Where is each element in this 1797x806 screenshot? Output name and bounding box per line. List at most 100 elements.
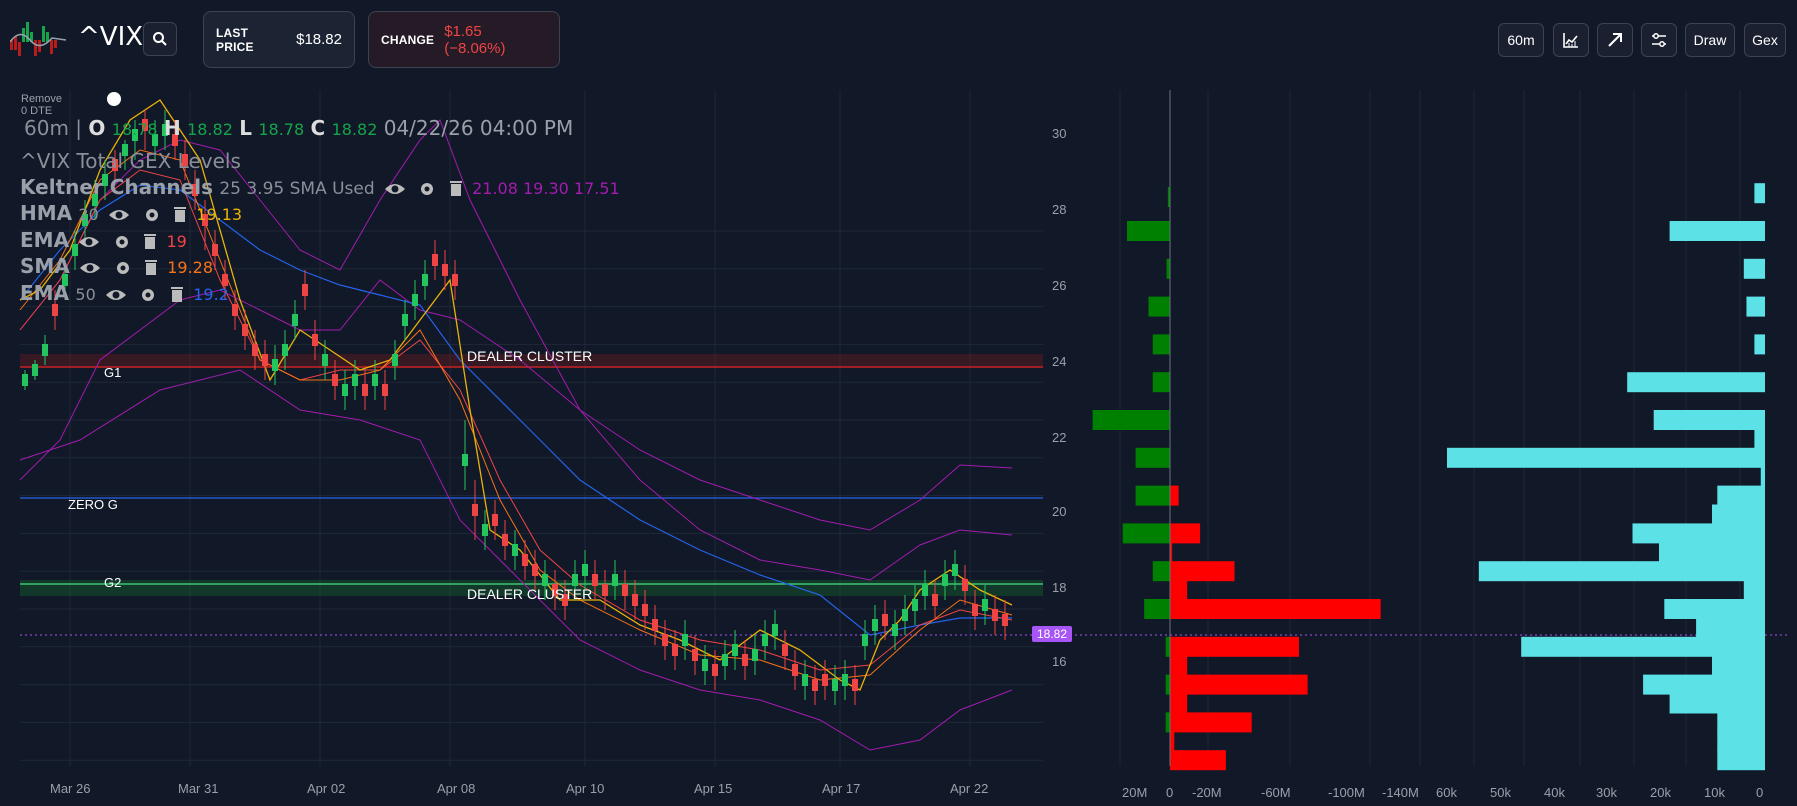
oi-bar bbox=[1659, 542, 1765, 563]
y-tick: 16 bbox=[1052, 654, 1067, 669]
oi-tick: 30k bbox=[1596, 785, 1617, 800]
candle-body bbox=[242, 324, 248, 336]
gex-tick: -100M bbox=[1328, 785, 1365, 800]
candle-body bbox=[622, 584, 628, 596]
y-tick: 22 bbox=[1052, 430, 1067, 445]
gear-icon[interactable] bbox=[139, 286, 157, 304]
oi-bar bbox=[1632, 523, 1765, 544]
gex-button[interactable]: Gex bbox=[1744, 23, 1786, 57]
candlestick bbox=[622, 570, 628, 610]
oi-bar bbox=[1760, 466, 1765, 487]
dealer-cluster-label-upper: DEALER CLUSTER bbox=[467, 348, 592, 364]
candle-body bbox=[712, 664, 718, 676]
settings-sliders-button[interactable] bbox=[1641, 23, 1677, 57]
chart-area[interactable]: G1 ZERO G G2 DEALER CLUSTER DEALER CLUST… bbox=[0, 80, 1797, 806]
interval-button[interactable]: 60m bbox=[1498, 23, 1544, 57]
candlestick bbox=[382, 370, 388, 410]
x-tick: Apr 17 bbox=[822, 781, 861, 796]
search-icon bbox=[153, 32, 167, 46]
gear-icon[interactable] bbox=[113, 233, 131, 251]
candlestick bbox=[832, 665, 838, 705]
trash-icon[interactable] bbox=[144, 259, 158, 276]
candlestick bbox=[782, 630, 788, 670]
keltner-lower-band bbox=[19, 369, 1013, 751]
candle-body bbox=[792, 664, 798, 676]
candle-body bbox=[692, 649, 698, 661]
candle-body bbox=[392, 354, 398, 366]
candle-body bbox=[352, 374, 358, 386]
ema-name: EMA bbox=[20, 228, 70, 252]
candlesticks bbox=[22, 110, 1008, 705]
gex-tick: 20M bbox=[1122, 785, 1148, 800]
oi-bar bbox=[1717, 750, 1765, 771]
gex-tick: -20M bbox=[1192, 785, 1222, 800]
trash-icon[interactable] bbox=[170, 286, 184, 303]
y-tick: 28 bbox=[1052, 202, 1067, 217]
chart-type-button[interactable] bbox=[1553, 23, 1589, 57]
hma-param: 20 bbox=[78, 205, 99, 224]
candlestick bbox=[422, 260, 428, 300]
eye-icon[interactable] bbox=[78, 234, 100, 250]
gex-bar-positive bbox=[1152, 372, 1170, 393]
gear-icon[interactable] bbox=[143, 206, 161, 224]
candle-body bbox=[372, 374, 378, 386]
x-tick: Mar 31 bbox=[178, 781, 219, 796]
gear-icon[interactable] bbox=[114, 259, 132, 277]
candle-body bbox=[272, 359, 278, 371]
sliders-icon bbox=[1652, 33, 1666, 47]
zero-g-label: ZERO G bbox=[68, 497, 118, 512]
gex-bar-negative bbox=[1170, 731, 1175, 752]
eye-icon[interactable] bbox=[384, 181, 406, 197]
candle-body bbox=[902, 609, 908, 621]
gex-bar-positive bbox=[1165, 636, 1170, 657]
candlestick bbox=[762, 620, 768, 660]
gex-bar-negative bbox=[1170, 693, 1188, 714]
candlestick bbox=[412, 280, 418, 320]
gear-icon[interactable] bbox=[418, 180, 436, 198]
x-tick: Mar 26 bbox=[50, 781, 91, 796]
oi-bar bbox=[1717, 731, 1765, 752]
ema50-value: 19.2 bbox=[193, 285, 229, 304]
trash-icon[interactable] bbox=[143, 233, 157, 250]
candlestick bbox=[892, 610, 898, 650]
oi-tick: 20k bbox=[1650, 785, 1671, 800]
gex-bar-positive bbox=[1135, 447, 1170, 468]
gex-bar-positive bbox=[1148, 296, 1170, 317]
candle-body bbox=[882, 614, 888, 626]
gex-bar-negative bbox=[1170, 599, 1381, 619]
trash-icon[interactable] bbox=[173, 206, 187, 223]
oi-bar bbox=[1696, 617, 1765, 638]
draw-button[interactable]: Draw bbox=[1685, 23, 1735, 57]
oi-bar bbox=[1478, 561, 1765, 582]
candlestick bbox=[922, 570, 928, 610]
candlestick bbox=[302, 270, 308, 310]
ticker-symbol: ^VIX bbox=[78, 22, 144, 52]
candle-body bbox=[782, 644, 788, 656]
oi-bar bbox=[1754, 428, 1765, 449]
eye-icon[interactable] bbox=[108, 207, 130, 223]
trash-icon[interactable] bbox=[449, 180, 463, 197]
eye-icon[interactable] bbox=[79, 260, 101, 276]
remove-dte-toggle[interactable] bbox=[107, 92, 121, 106]
g2-label: G2 bbox=[104, 575, 121, 590]
candlestick bbox=[1002, 600, 1008, 640]
search-button[interactable] bbox=[143, 22, 177, 56]
candle-body bbox=[862, 634, 868, 646]
oi-bar bbox=[1754, 183, 1765, 204]
high-value: 18.82 bbox=[187, 120, 233, 139]
high-label: H bbox=[163, 116, 181, 140]
candlestick bbox=[432, 240, 438, 280]
candle-body bbox=[422, 274, 428, 286]
keltner-values: 21.08 19.30 17.51 bbox=[472, 179, 620, 198]
sma-name: SMA bbox=[20, 254, 70, 278]
candle-body bbox=[512, 544, 518, 556]
oi-bar bbox=[1712, 504, 1765, 525]
gex-bar-positive bbox=[1166, 258, 1170, 279]
candlestick bbox=[812, 665, 818, 705]
eye-icon[interactable] bbox=[105, 287, 127, 303]
oi-bar bbox=[1743, 580, 1765, 601]
last-price-card: LAST PRICE $18.82 bbox=[203, 11, 355, 68]
candle-body bbox=[982, 599, 988, 611]
candle-body bbox=[22, 374, 28, 386]
trend-line-button[interactable] bbox=[1597, 23, 1633, 57]
